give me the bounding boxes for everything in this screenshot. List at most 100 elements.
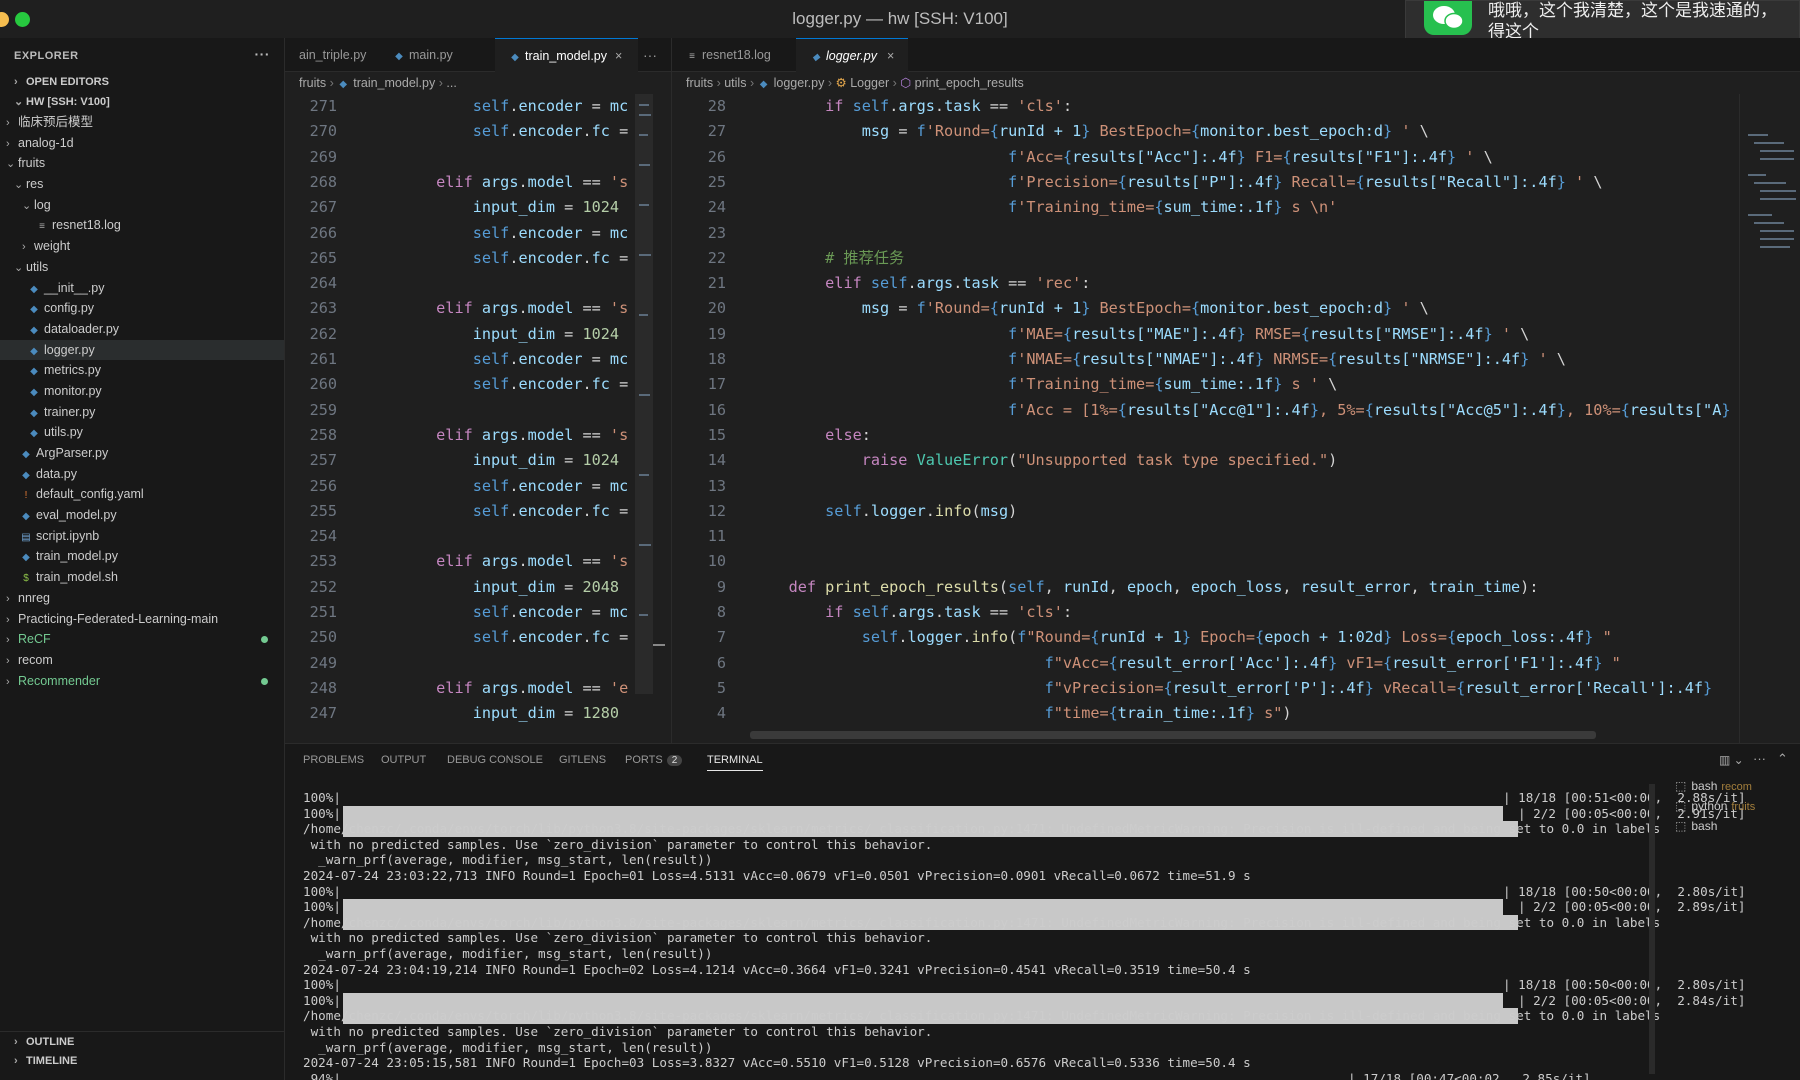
file-item[interactable]: ◆ eval_model.py bbox=[0, 505, 284, 526]
folder-item[interactable]: ⌄ fruits bbox=[0, 153, 284, 174]
breadcrumb-item[interactable]: utils bbox=[724, 76, 746, 90]
file-item[interactable]: ≡ resnet18.log bbox=[0, 215, 284, 236]
terminal-name: bash bbox=[1691, 779, 1718, 793]
terminal-text: /home/chenzc/.conda/envs/torch/lib/pytho… bbox=[303, 1008, 1661, 1024]
chevron-right-icon: › bbox=[6, 592, 10, 605]
code-text: f"vPrecision={result_error['P']:.4f} vRe… bbox=[1044, 678, 1713, 697]
folder-item[interactable]: ⌄ res bbox=[0, 174, 284, 195]
code-text: f'Acc = [1%={results["Acc@1"]:.4f}, 5%={… bbox=[1008, 400, 1731, 419]
folder-item[interactable]: › nnreg bbox=[0, 588, 284, 609]
terminal-instance[interactable]: ⬚ bash recom bbox=[1675, 776, 1795, 796]
code-line: 22 # 推荐任务 bbox=[672, 246, 1738, 271]
file-item[interactable]: ◆ monitor.py bbox=[0, 381, 284, 402]
workspace-root[interactable]: ⌄ HW [SSH: V100] bbox=[0, 92, 284, 112]
file-item[interactable]: ◆ utils.py bbox=[0, 422, 284, 443]
tab-bar-right: ≡ resnet18.log ◆ logger.py × bbox=[672, 38, 1800, 72]
folder-item[interactable]: › Recommender bbox=[0, 671, 284, 692]
code-text: input_dim = 1024 bbox=[472, 198, 620, 217]
tab-debug-console[interactable]: DEBUG CONSOLE bbox=[447, 754, 543, 766]
breadcrumb-item[interactable]: ... bbox=[446, 76, 456, 90]
code-area-right[interactable]: 28 if self.args.task == 'cls': 27 msg = f… bbox=[672, 94, 1738, 743]
line-number: 271 bbox=[309, 97, 337, 115]
file-item[interactable]: ◆ train_model.py bbox=[0, 546, 284, 567]
tab-more-button[interactable]: ··· bbox=[637, 38, 663, 72]
tab-gitlens[interactable]: GITLENS bbox=[559, 754, 606, 766]
tab-problems[interactable]: PROBLEMS bbox=[303, 754, 364, 766]
folder-item[interactable]: › analog-1d bbox=[0, 133, 284, 154]
tab-output[interactable]: OUTPUT bbox=[381, 754, 426, 766]
code-area-left[interactable]: 271 self.encoder = mc 270 self.encoder.fc… bbox=[285, 94, 671, 743]
file-item[interactable]: ▤ script.ipynb bbox=[0, 526, 284, 547]
code-line: 268 elif args.model == 's bbox=[285, 170, 671, 195]
terminal-line: _warn_prf(average, modifier, msg_start, … bbox=[303, 852, 712, 868]
tab-main[interactable]: ◆ main.py bbox=[379, 38, 467, 72]
code-line: 6 f"vAcc={result_error['Acc']:.4f} vF1={… bbox=[672, 651, 1738, 676]
breadcrumb-item[interactable]: fruits bbox=[686, 76, 713, 90]
folder-item[interactable]: › Practicing-Federated-Learning-main bbox=[0, 609, 284, 630]
folder-item[interactable]: › recom bbox=[0, 650, 284, 671]
chevron-right-icon: › bbox=[6, 613, 10, 626]
close-icon[interactable]: × bbox=[887, 49, 894, 63]
breadcrumb-item[interactable]: train_model.py bbox=[353, 76, 435, 90]
file-item[interactable]: ◆ ArgParser.py bbox=[0, 443, 284, 464]
terminal-scrollbar[interactable] bbox=[1649, 784, 1655, 1074]
file-item[interactable]: ◆ __init__.py bbox=[0, 278, 284, 299]
explorer-more-button[interactable]: ··· bbox=[255, 46, 271, 62]
file-item[interactable]: ◆ logger.py bbox=[0, 339, 284, 361]
editor-group-left: ain_triple.py ◆ main.py ◆ train_model.py × … bbox=[285, 38, 671, 743]
file-item[interactable]: $ train_model.sh bbox=[0, 567, 284, 588]
folder-item[interactable]: ⌄ utils bbox=[0, 257, 284, 278]
python-file-icon: ◆ bbox=[30, 407, 38, 419]
more-actions-icon[interactable]: ··· bbox=[1753, 751, 1766, 766]
breadcrumb-item[interactable]: fruits bbox=[299, 76, 326, 90]
file-item[interactable]: ◆ config.py bbox=[0, 298, 284, 319]
folder-item[interactable]: › weight bbox=[0, 236, 284, 257]
folder-item[interactable]: › 临床预后模型 bbox=[0, 112, 284, 133]
terminal-instance[interactable]: ⬚ python fruits bbox=[1675, 796, 1795, 816]
tree-item-label: Recommender bbox=[18, 673, 100, 688]
line-number: 267 bbox=[309, 198, 337, 217]
folder-item[interactable]: ⌄ log bbox=[0, 195, 284, 216]
file-item[interactable]: ◆ data.py bbox=[0, 464, 284, 485]
timeline-section[interactable]: › TIMELINE bbox=[0, 1051, 285, 1071]
code-text: else: bbox=[825, 425, 871, 444]
workspace-root-label: HW [SSH: V100] bbox=[26, 96, 110, 108]
tab-ports[interactable]: PORTS 2 bbox=[625, 754, 683, 766]
outline-section[interactable]: › OUTLINE bbox=[0, 1031, 285, 1051]
open-editors-label: OPEN EDITORS bbox=[26, 76, 109, 88]
breadcrumb-item[interactable]: Logger bbox=[850, 76, 889, 90]
tab-resnet18-log[interactable]: ≡ resnet18.log bbox=[672, 38, 785, 72]
folder-item[interactable]: › ReCF bbox=[0, 629, 284, 650]
code-line: 262 input_dim = 1024 bbox=[285, 322, 671, 347]
code-line: 16 f'Acc = [1%={results["Acc@1"]:.4f}, 5… bbox=[672, 398, 1738, 423]
file-item[interactable]: ! default_config.yaml bbox=[0, 484, 284, 505]
line-number: 257 bbox=[309, 451, 337, 470]
minimap-right[interactable] bbox=[1739, 94, 1800, 743]
open-editors-section[interactable]: › OPEN EDITORS bbox=[0, 72, 284, 92]
terminal-icon: ⬚ bbox=[1675, 819, 1687, 833]
code-text: input_dim = 1280 bbox=[472, 704, 620, 723]
horizontal-scrollbar[interactable] bbox=[750, 731, 1596, 739]
tab-logger[interactable]: ◆ logger.py × bbox=[796, 38, 908, 72]
code-line: 253 elif args.model == 's bbox=[285, 549, 671, 574]
close-icon[interactable]: × bbox=[615, 49, 622, 63]
chevron-up-icon[interactable]: ⌃ bbox=[1777, 751, 1788, 767]
minimap-left[interactable] bbox=[635, 94, 671, 743]
split-terminal-icon[interactable]: ▥ ⌄ bbox=[1719, 753, 1744, 767]
breadcrumb: fruits › ◆ train_model.py › ... bbox=[299, 72, 457, 94]
file-item[interactable]: ◆ trainer.py bbox=[0, 402, 284, 423]
tree-item-label: __init__.py bbox=[44, 280, 105, 295]
file-item[interactable]: ◆ metrics.py bbox=[0, 360, 284, 381]
tab-train-model[interactable]: ◆ train_model.py × bbox=[495, 38, 638, 72]
line-number: 248 bbox=[309, 678, 337, 697]
tab-main-triple[interactable]: ain_triple.py bbox=[285, 38, 380, 72]
code-line: 15 else: bbox=[672, 423, 1738, 448]
line-number: 15 bbox=[707, 425, 726, 444]
explorer-header: EXPLORER ··· bbox=[0, 38, 284, 70]
terminal-line: 2024-07-24 23:04:19,214 INFO Round=1 Epo… bbox=[303, 962, 1251, 978]
file-item[interactable]: ◆ dataloader.py bbox=[0, 319, 284, 340]
breadcrumb-item[interactable]: logger.py bbox=[774, 76, 825, 90]
tab-terminal[interactable]: TERMINAL bbox=[707, 754, 763, 771]
breadcrumb-item[interactable]: print_epoch_results bbox=[915, 76, 1024, 90]
terminal-instance[interactable]: ⬚ bash bbox=[1675, 816, 1795, 836]
